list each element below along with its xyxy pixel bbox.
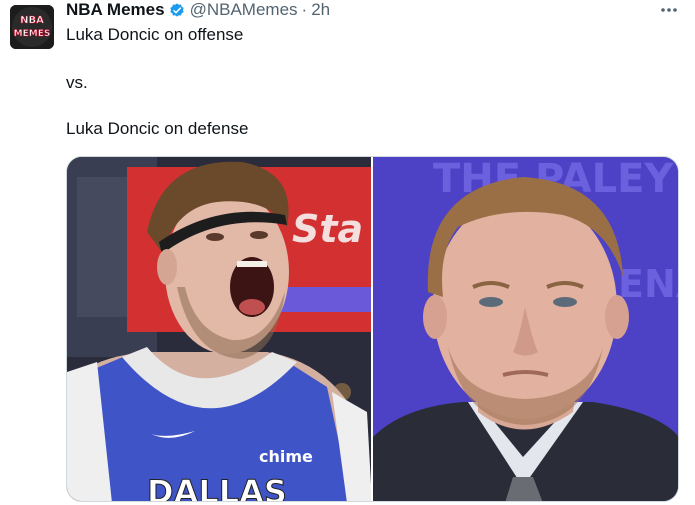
display-name[interactable]: NBA Memes <box>66 0 165 20</box>
separator: · <box>301 0 308 19</box>
jersey-sponsor-text: chime <box>259 447 313 466</box>
jersey-team-text: DALLAS <box>147 473 287 501</box>
timestamp[interactable]: 2h <box>311 0 330 20</box>
media-grid: Sta chime DALLAS THE PALEY EN <box>66 156 679 502</box>
tweet[interactable]: NBA MEMES NBA Memes @NBAMemes · 2h Luka … <box>0 0 695 505</box>
photo-luka-offense[interactable]: Sta chime DALLAS <box>67 157 371 501</box>
backdrop-text-2: ENA <box>618 262 678 306</box>
photo-luka-defense[interactable]: THE PALEY ENA <box>373 157 678 501</box>
avatar-line-2: MEMES <box>14 29 51 39</box>
avatar-line-1: NBA <box>20 15 44 26</box>
avatar[interactable]: NBA MEMES <box>10 5 54 49</box>
tweet-text-line-1: Luka Doncic on offense <box>66 25 244 44</box>
verified-badge-icon <box>168 1 186 19</box>
more-options-icon[interactable] <box>659 0 679 20</box>
handle[interactable]: @NBAMemes <box>190 0 298 20</box>
tweet-text-line-2: vs. <box>66 73 88 92</box>
tweet-text-line-3: Luka Doncic on defense <box>66 119 249 138</box>
arena-sign-text: Sta <box>292 207 363 251</box>
tweet-header: NBA Memes @NBAMemes · 2h <box>66 0 330 20</box>
